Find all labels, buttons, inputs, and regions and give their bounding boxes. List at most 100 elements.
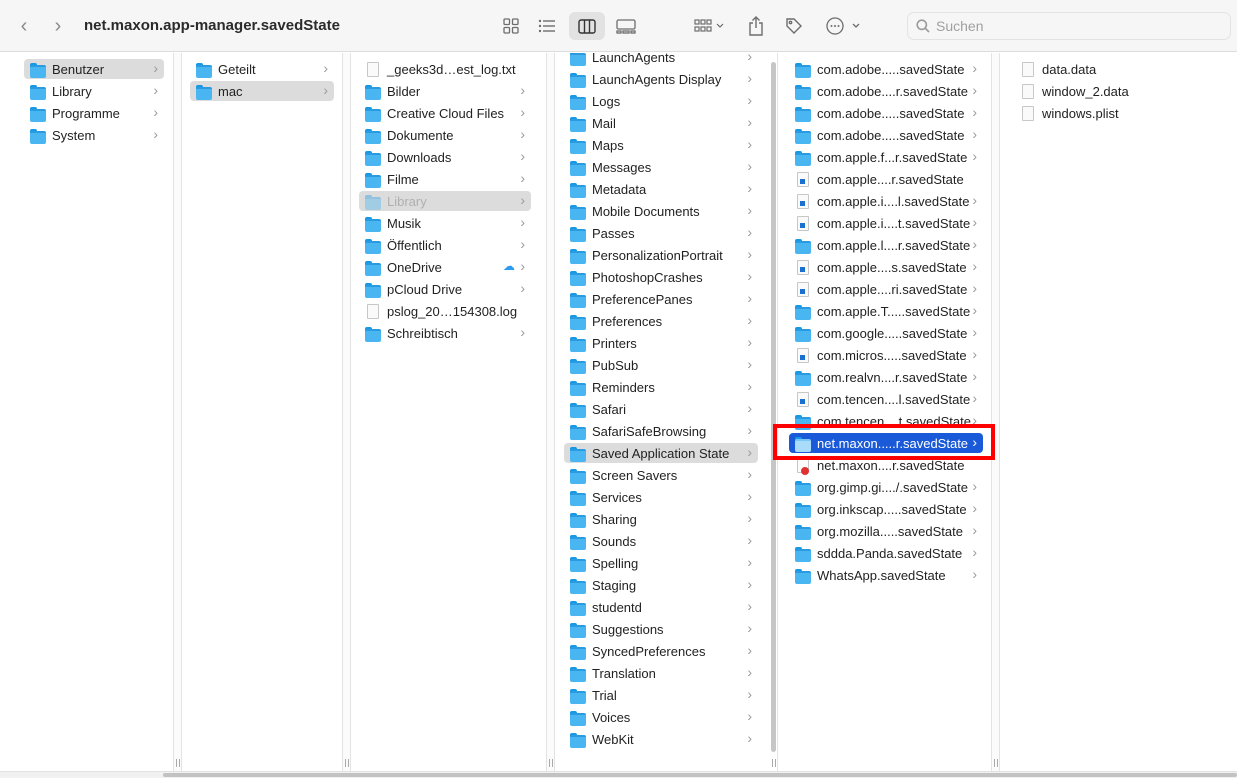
gallery-view-button[interactable] — [611, 12, 641, 40]
grid-view-button[interactable] — [496, 12, 526, 40]
scrollbar-thumb[interactable] — [163, 773, 1237, 777]
list-item[interactable]: Saved Application State › — [564, 443, 758, 463]
list-item[interactable]: Dokumente › — [359, 125, 531, 145]
list-item[interactable]: SafariSafeBrowsing › — [564, 421, 758, 441]
search-input[interactable] — [936, 18, 1216, 34]
list-view-button[interactable] — [532, 12, 562, 40]
list-item[interactable]: Screen Savers › — [564, 465, 758, 485]
list-item[interactable]: Mobile Documents › — [564, 201, 758, 221]
list-item[interactable]: com.apple.i....l.savedState › — [789, 191, 983, 211]
list-item[interactable]: Spelling › — [564, 553, 758, 573]
column-divider[interactable] — [770, 53, 778, 771]
list-item[interactable]: Sounds › — [564, 531, 758, 551]
list-item[interactable]: org.gimp.gi..../.savedState › — [789, 477, 983, 497]
list-item[interactable]: com.adobe....r.savedState › — [789, 81, 983, 101]
list-item[interactable]: PhotoshopCrashes › — [564, 267, 758, 287]
list-item[interactable]: Mail › — [564, 113, 758, 133]
list-item[interactable]: WhatsApp.savedState › — [789, 565, 983, 585]
list-item[interactable]: Logs › — [564, 91, 758, 111]
list-item[interactable]: com.apple.f...r.savedState › — [789, 147, 983, 167]
list-item[interactable]: com.adobe.....savedState › — [789, 59, 983, 79]
list-item[interactable]: Programme › — [24, 103, 164, 123]
back-button[interactable]: ‹ — [13, 14, 35, 38]
list-item[interactable]: window_2.data — [1014, 81, 1229, 101]
column-view-button[interactable] — [569, 12, 605, 40]
list-item[interactable]: _geeks3d…est_log.txt — [359, 59, 531, 79]
list-item[interactable]: Passes › — [564, 223, 758, 243]
more-actions-button[interactable] — [824, 12, 862, 40]
list-item[interactable]: com.tencen....l.savedState › — [789, 389, 983, 409]
list-item[interactable]: Staging › — [564, 575, 758, 595]
share-button[interactable] — [744, 12, 768, 40]
list-item[interactable]: data.data — [1014, 59, 1229, 79]
list-item[interactable]: LaunchAgents Display › — [564, 69, 758, 89]
list-item[interactable]: mac › — [190, 81, 334, 101]
list-item-label: PubSub — [592, 357, 639, 373]
list-item[interactable]: Library › — [359, 191, 531, 211]
list-item[interactable]: Library › — [24, 81, 164, 101]
list-item[interactable]: OneDrive ☁ › — [359, 257, 531, 277]
tag-button[interactable] — [782, 12, 806, 40]
list-item[interactable]: com.apple.l....r.savedState › — [789, 235, 983, 255]
chevron-right-icon: › — [747, 400, 752, 416]
list-item[interactable]: System › — [24, 125, 164, 145]
list-item[interactable]: com.google.....savedState › — [789, 323, 983, 343]
chevron-right-icon: › — [747, 136, 752, 152]
list-item[interactable]: sddda.Panda.savedState › — [789, 543, 983, 563]
column-divider[interactable] — [342, 53, 351, 771]
list-item[interactable]: com.apple.i....t.savedState › — [789, 213, 983, 233]
list-item[interactable]: Voices › — [564, 707, 758, 727]
forward-button[interactable]: › — [47, 14, 69, 38]
list-item[interactable]: com.micros.....savedState › — [789, 345, 983, 365]
list-item[interactable]: windows.plist — [1014, 103, 1229, 123]
list-item[interactable]: PreferencePanes › — [564, 289, 758, 309]
list-item[interactable]: pslog_20…154308.log — [359, 301, 531, 321]
list-item[interactable]: Schreibtisch › — [359, 323, 531, 343]
list-item[interactable]: Geteilt › — [190, 59, 334, 79]
list-item[interactable]: studentd › — [564, 597, 758, 617]
list-item[interactable]: Downloads › — [359, 147, 531, 167]
list-item[interactable]: Services › — [564, 487, 758, 507]
list-item[interactable]: com.apple....r.savedState — [789, 169, 983, 189]
list-item[interactable]: Metadata › — [564, 179, 758, 199]
horizontal-scrollbar[interactable] — [0, 771, 1237, 778]
list-item[interactable]: Öffentlich › — [359, 235, 531, 255]
list-item[interactable]: WebKit › — [564, 729, 758, 749]
column-divider[interactable] — [991, 53, 1000, 771]
list-item[interactable]: LaunchAgents › — [564, 53, 758, 67]
list-item[interactable]: Maps › — [564, 135, 758, 155]
column-divider[interactable] — [173, 53, 182, 771]
group-button[interactable] — [690, 12, 728, 40]
list-item[interactable]: Sharing › — [564, 509, 758, 529]
list-item[interactable]: Preferences › — [564, 311, 758, 331]
list-item[interactable]: Trial › — [564, 685, 758, 705]
list-item[interactable]: Creative Cloud Files › — [359, 103, 531, 123]
list-item[interactable]: Musik › — [359, 213, 531, 233]
list-item[interactable]: Benutzer › — [24, 59, 164, 79]
list-item[interactable]: Messages › — [564, 157, 758, 177]
list-item-label: Suggestions — [592, 621, 664, 637]
list-item[interactable]: com.apple.T.....savedState › — [789, 301, 983, 321]
list-item[interactable]: com.adobe.....savedState › — [789, 103, 983, 123]
list-item[interactable]: pCloud Drive › — [359, 279, 531, 299]
list-item[interactable]: PubSub › — [564, 355, 758, 375]
list-item[interactable]: com.apple....s.savedState › — [789, 257, 983, 277]
list-item[interactable]: org.mozilla.....savedState › — [789, 521, 983, 541]
list-item[interactable]: org.inkscap.....savedState › — [789, 499, 983, 519]
list-item[interactable]: PersonalizationPortrait › — [564, 245, 758, 265]
list-item[interactable]: Bilder › — [359, 81, 531, 101]
chevron-right-icon: › — [972, 346, 977, 362]
list-item[interactable]: com.adobe.....savedState › — [789, 125, 983, 145]
column-divider[interactable] — [546, 53, 555, 771]
chevron-right-icon: › — [972, 324, 977, 340]
list-item[interactable]: Reminders › — [564, 377, 758, 397]
search-field[interactable] — [907, 12, 1231, 40]
list-item[interactable]: com.apple....ri.savedState › — [789, 279, 983, 299]
list-item[interactable]: Printers › — [564, 333, 758, 353]
list-item[interactable]: SyncedPreferences › — [564, 641, 758, 661]
list-item[interactable]: Safari › — [564, 399, 758, 419]
list-item[interactable]: Filme › — [359, 169, 531, 189]
list-item[interactable]: com.realvn....r.savedState › — [789, 367, 983, 387]
list-item[interactable]: Translation › — [564, 663, 758, 683]
list-item[interactable]: Suggestions › — [564, 619, 758, 639]
